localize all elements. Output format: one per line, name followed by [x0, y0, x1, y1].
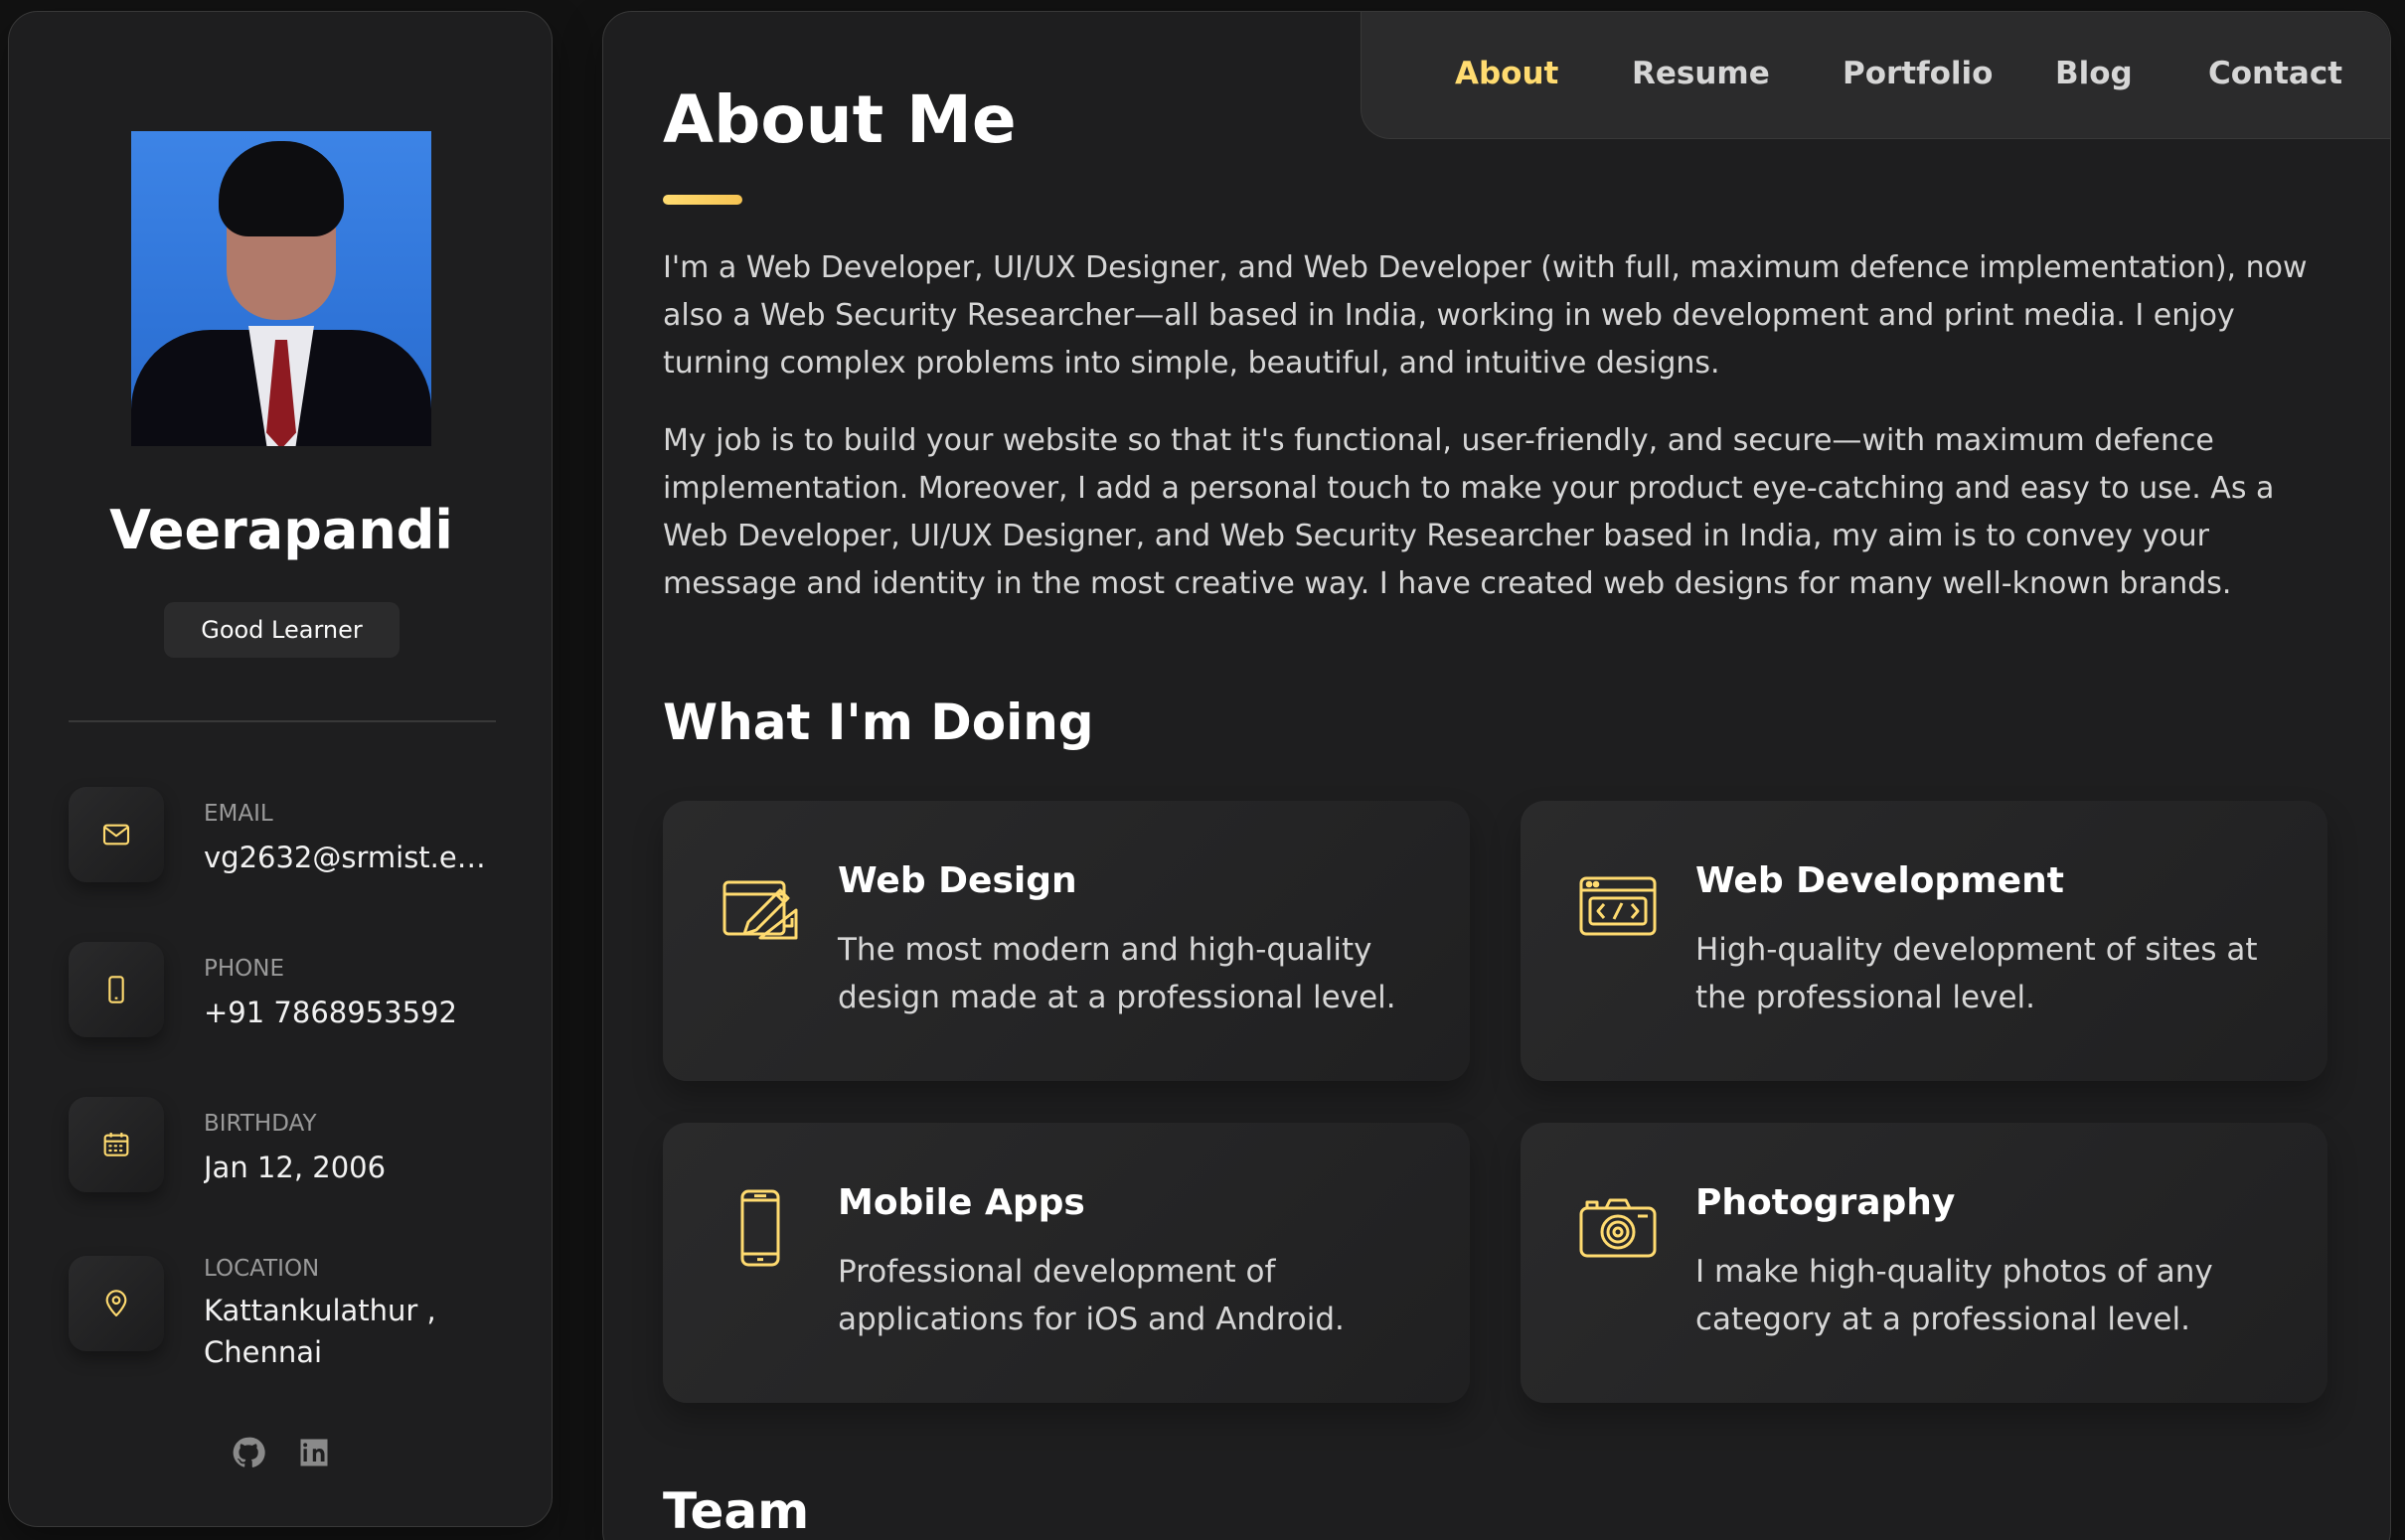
about-paragraph-2: My job is to build your website so that …: [663, 423, 2275, 601]
location-value: Kattankulathur , Chennai: [204, 1294, 436, 1369]
design-icon: [722, 880, 798, 940]
nav-resume[interactable]: Resume: [1632, 56, 1770, 91]
camera-icon: [1579, 1198, 1657, 1258]
service-title: Photography: [1695, 1182, 1956, 1223]
profile-name: Veerapandi: [109, 499, 453, 561]
location-icon: [69, 1256, 164, 1351]
github-icon[interactable]: [231, 1435, 266, 1474]
mobile-icon: [740, 1189, 780, 1267]
social-links: [9, 1435, 554, 1474]
code-icon: [1579, 876, 1657, 936]
profile-title-badge: Good Learner: [164, 602, 400, 658]
top-navbar: About Resume Portfolio Blog Contact: [1361, 12, 2390, 139]
services-heading: What I'm Doing: [663, 693, 1094, 751]
service-title: Web Development: [1695, 860, 2064, 901]
contact-label: PHONE: [204, 956, 285, 982]
linkedin-icon[interactable]: [296, 1435, 332, 1474]
calendar-icon: [69, 1097, 164, 1192]
phone-link[interactable]: +91 7868953592: [204, 992, 502, 1033]
contact-label: BIRTHDAY: [204, 1111, 317, 1137]
service-title: Web Design: [838, 860, 1077, 901]
avatar: [131, 131, 431, 446]
birthday-value: Jan 12, 2006: [204, 1151, 387, 1184]
service-card-web-development: Web Development High-quality development…: [1521, 801, 2327, 1081]
title-underline: [663, 195, 742, 205]
contact-label: EMAIL: [204, 801, 273, 827]
service-card-photography: Photography I make high-quality photos o…: [1521, 1123, 2327, 1403]
nav-about[interactable]: About: [1455, 56, 1558, 91]
team-heading: Team: [663, 1482, 810, 1540]
contact-label: LOCATION: [204, 1256, 320, 1282]
phone-icon: [69, 942, 164, 1037]
mail-icon: [69, 787, 164, 882]
nav-contact[interactable]: Contact: [2208, 56, 2342, 91]
service-text: High-quality development of sites at the…: [1695, 932, 2258, 1015]
about-paragraph-1: I'm a Web Developer, UI/UX Designer, and…: [663, 250, 2308, 381]
nav-portfolio[interactable]: Portfolio: [1843, 56, 1993, 91]
email-link[interactable]: vg2632@srmist.edu.in: [204, 837, 502, 878]
service-text: I make high-quality photos of any catego…: [1695, 1254, 2213, 1337]
page-root: Veerapandi Good Learner EMAIL vg2632@srm…: [0, 0, 2405, 1540]
main-content: About Resume Portfolio Blog Contact Abou…: [602, 11, 2391, 1540]
service-text: Professional development of applications…: [838, 1254, 1345, 1337]
service-card-mobile-apps: Mobile Apps Professional development of …: [663, 1123, 1470, 1403]
sidebar: Veerapandi Good Learner EMAIL vg2632@srm…: [8, 11, 553, 1527]
service-title: Mobile Apps: [838, 1182, 1085, 1223]
nav-blog[interactable]: Blog: [2055, 56, 2133, 91]
service-card-web-design: Web Design The most modern and high-qual…: [663, 801, 1470, 1081]
page-title: About Me: [663, 81, 1017, 158]
service-text: The most modern and high-quality design …: [838, 932, 1396, 1015]
sidebar-separator: [69, 720, 496, 722]
